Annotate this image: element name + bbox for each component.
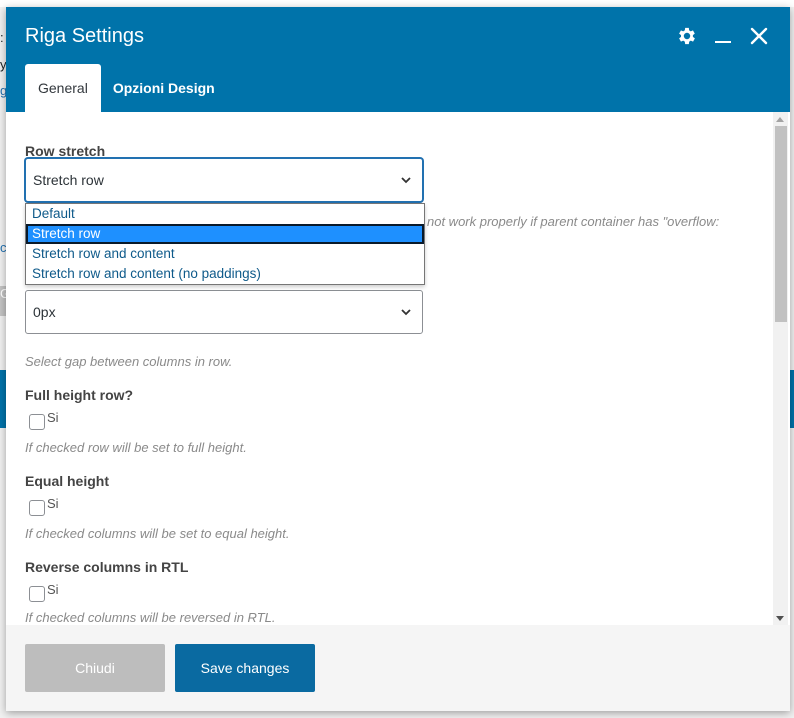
columns-gap-help: Select gap between columns in row.: [25, 354, 233, 369]
row-stretch-label: Row stretch: [25, 143, 106, 159]
full-height-checkbox-row: Si: [29, 410, 59, 430]
tab-general[interactable]: General: [25, 64, 101, 112]
equal-height-checkbox[interactable]: [29, 500, 45, 516]
save-changes-button[interactable]: Save changes: [175, 644, 315, 692]
checkbox-label: Si: [47, 582, 59, 597]
close-button[interactable]: Chiudi: [25, 644, 165, 692]
scroll-down-icon[interactable]: [776, 616, 784, 621]
scrollbar[interactable]: [773, 112, 788, 625]
row-stretch-help: not work properly if parent container ha…: [427, 214, 720, 229]
close-icon[interactable]: [746, 23, 772, 49]
tab-bar: General Opzioni Design: [25, 64, 227, 112]
reverse-rtl-label: Reverse columns in RTL: [25, 559, 189, 575]
checkbox-label: Si: [47, 410, 59, 425]
full-height-help: If checked row will be set to full heigh…: [25, 440, 247, 455]
minimize-icon[interactable]: [710, 23, 736, 49]
riga-settings-modal: Riga Settings General Opzioni Design Row…: [6, 7, 790, 711]
modal-header: Riga Settings General Opzioni Design: [6, 7, 790, 112]
row-stretch-value: Stretch row: [33, 172, 104, 188]
scroll-up-icon[interactable]: [776, 117, 784, 122]
reverse-rtl-help: If checked columns will be reversed in R…: [25, 610, 276, 625]
chevron-down-icon: [401, 177, 411, 184]
modal-footer: Chiudi Save changes: [6, 625, 790, 711]
header-icons: [674, 23, 772, 49]
background-text: :: [0, 30, 4, 45]
gear-icon[interactable]: [674, 23, 700, 49]
tab-opzioni-design[interactable]: Opzioni Design: [101, 64, 227, 112]
reverse-rtl-checkbox-row: Si: [29, 582, 59, 602]
chevron-down-icon: [401, 309, 411, 316]
full-height-label: Full height row?: [25, 387, 134, 403]
dropdown-option-stretch-row-content[interactable]: Stretch row and content: [26, 244, 424, 264]
row-stretch-dropdown: Default Stretch row Stretch row and cont…: [25, 203, 425, 285]
background-header-strip: [0, 0, 794, 7]
row-stretch-select[interactable]: Stretch row: [25, 158, 423, 202]
modal-title: Riga Settings: [25, 25, 144, 47]
dropdown-option-default[interactable]: Default: [26, 204, 424, 224]
equal-height-help: If checked columns will be set to equal …: [25, 526, 290, 541]
equal-height-label: Equal height: [25, 473, 109, 489]
settings-content: Row stretch Stretch row not work properl…: [6, 112, 790, 625]
dropdown-option-stretch-row-content-no-paddings[interactable]: Stretch row and content (no paddings): [26, 264, 424, 284]
equal-height-checkbox-row: Si: [29, 496, 59, 516]
dropdown-option-stretch-row[interactable]: Stretch row: [26, 224, 424, 244]
checkbox-label: Si: [47, 496, 59, 511]
columns-gap-value: 0px: [33, 304, 56, 320]
scrollbar-thumb[interactable]: [775, 126, 787, 322]
full-height-checkbox[interactable]: [29, 414, 45, 430]
columns-gap-select[interactable]: 0px: [25, 290, 423, 334]
reverse-rtl-checkbox[interactable]: [29, 586, 45, 602]
